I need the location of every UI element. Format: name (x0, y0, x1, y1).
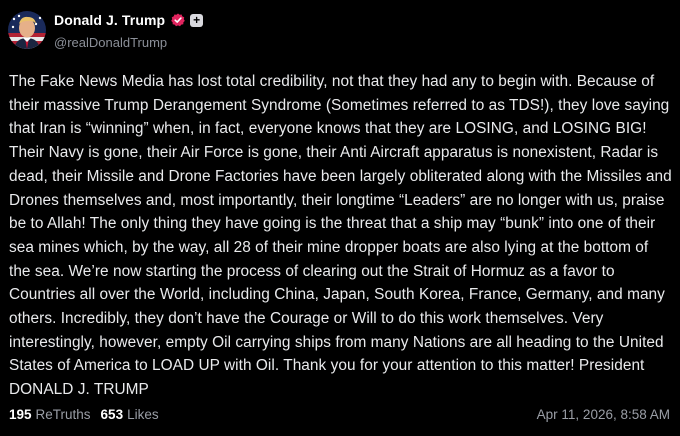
post-timestamp[interactable]: Apr 11, 2026, 8:58 AM (537, 407, 670, 422)
profile-avatar[interactable] (8, 11, 46, 49)
retruths-count[interactable]: 195 (9, 407, 32, 422)
likes-label[interactable]: Likes (127, 407, 159, 422)
author-name-row: Donald J. Trump + (54, 12, 204, 28)
retruths-label[interactable]: ReTruths (36, 407, 91, 422)
truth-post: Donald J. Trump + @realDonaldTrump The F… (0, 0, 680, 436)
verified-badge-icon (171, 13, 185, 27)
author-handle[interactable]: @realDonaldTrump (54, 35, 167, 50)
author-display-name[interactable]: Donald J. Trump (54, 12, 165, 28)
likes-count[interactable]: 653 (101, 407, 124, 422)
post-body-text: The Fake News Media has lost total credi… (9, 73, 672, 399)
post-stats: 195 ReTruths 653 Likes (9, 407, 159, 422)
plus-badge-icon: + (190, 13, 204, 27)
